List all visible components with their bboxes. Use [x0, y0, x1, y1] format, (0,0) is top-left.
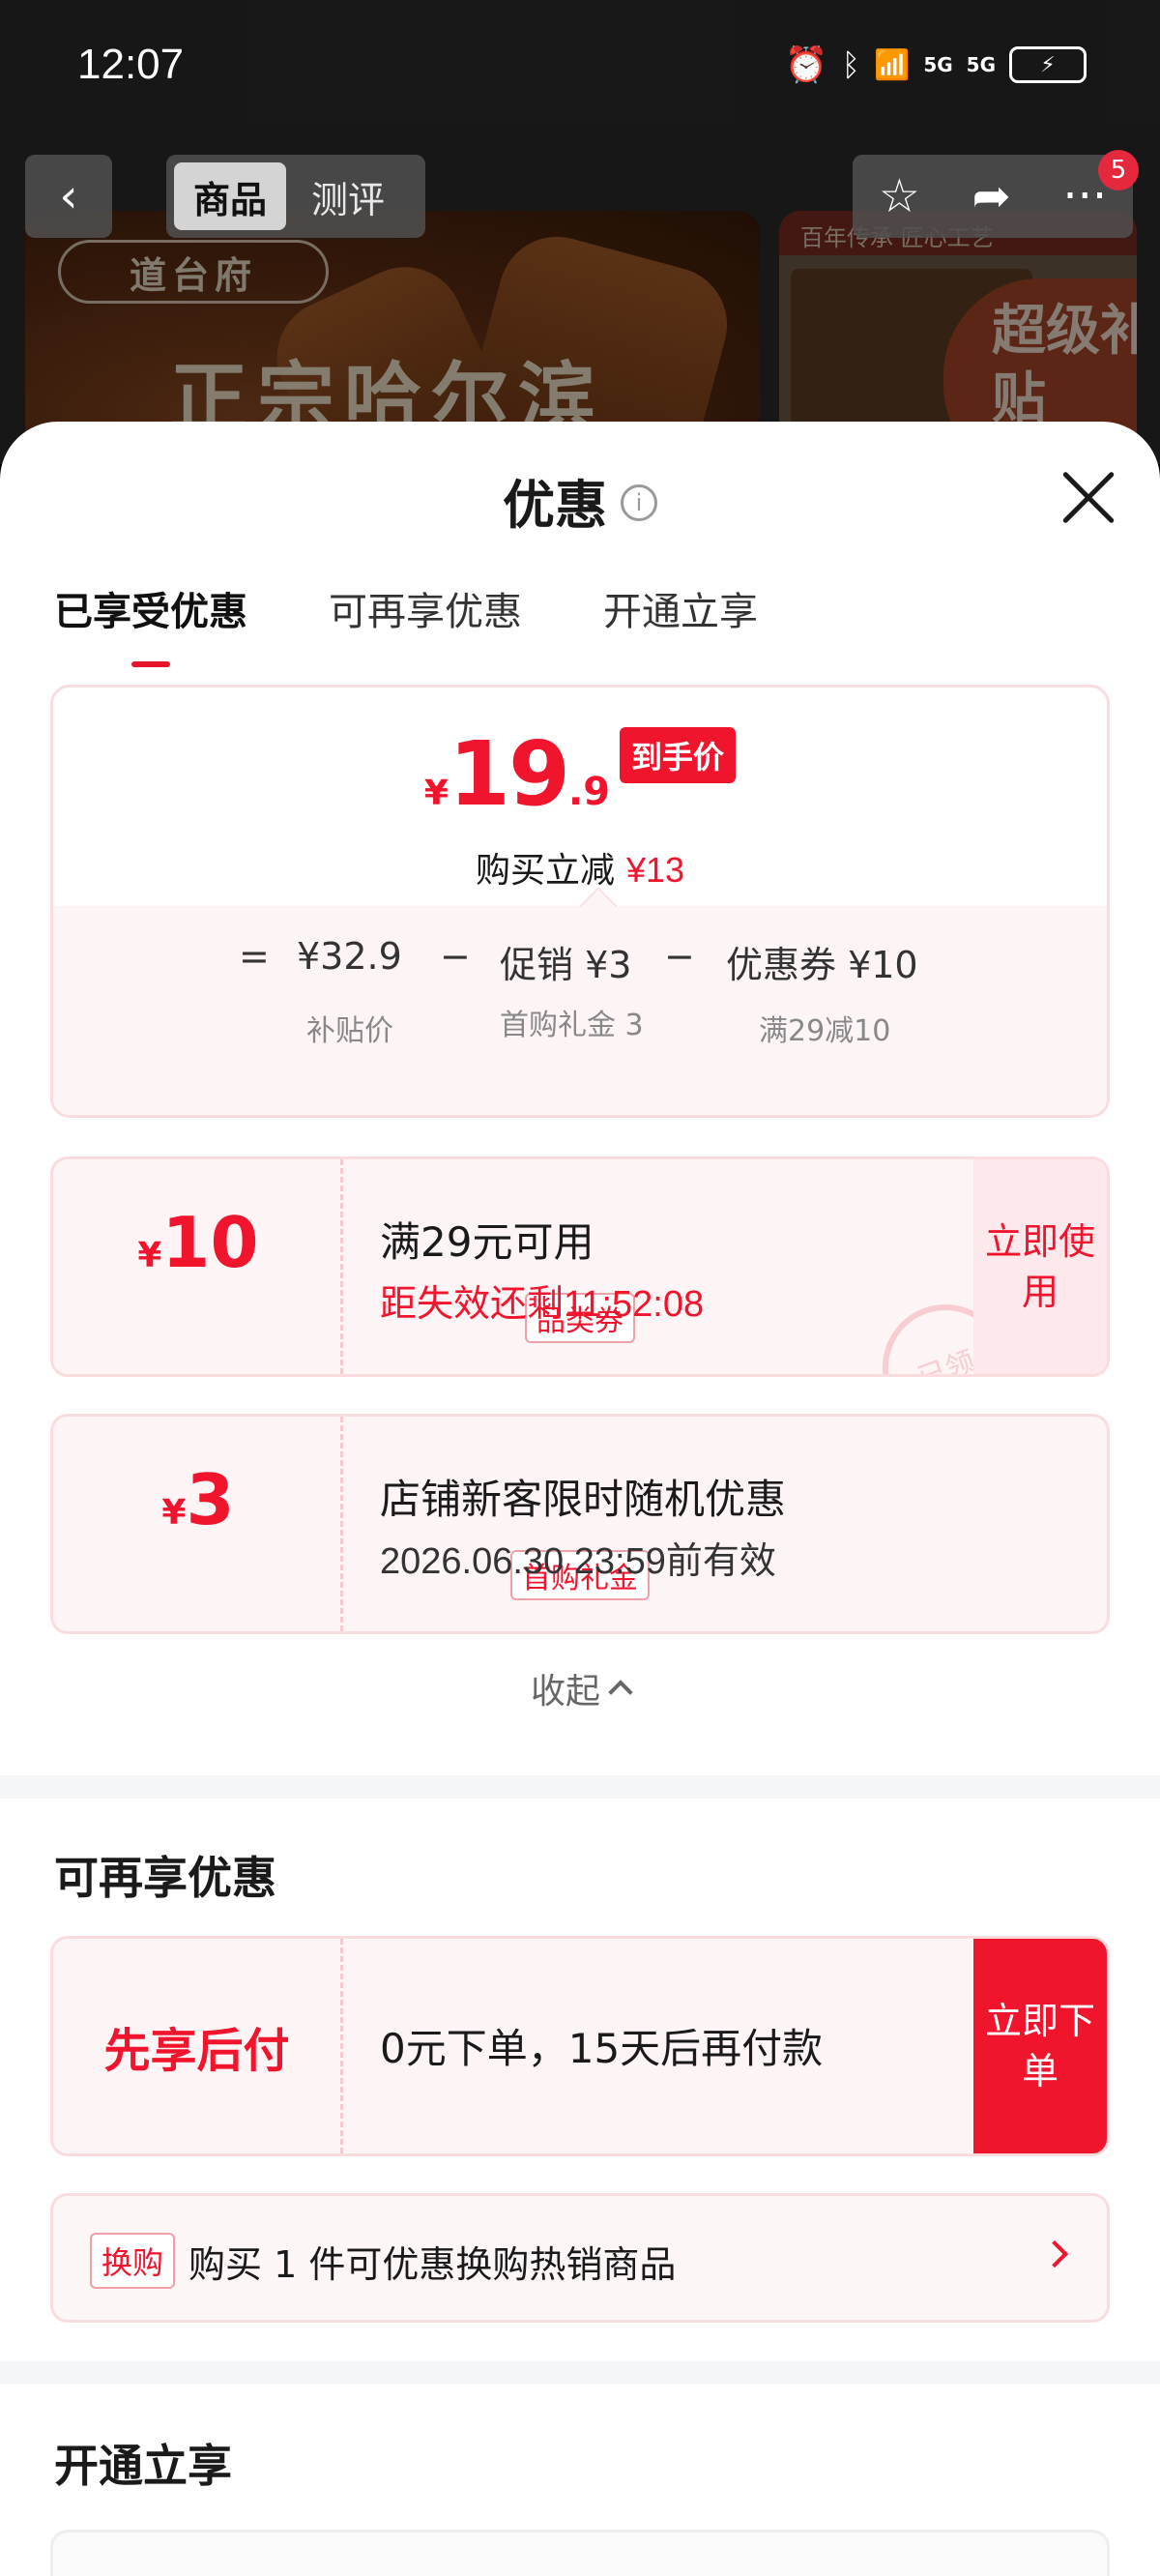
gift-currency: ¥ [161, 1493, 187, 1533]
price-breakdown: = ¥32.9 − 促销 ¥3 − 优惠券 ¥10 补贴价 首购礼金 3 满29… [53, 906, 1107, 1115]
sheet-title-row: 优惠 i [0, 462, 1160, 539]
promo-value: 促销 ¥3 [500, 944, 632, 986]
open-benefit-card[interactable] [50, 2530, 1110, 2576]
more-discounts-title: 可再享优惠 [54, 1852, 276, 1904]
coupon-value: 优惠券 ¥10 [726, 944, 918, 986]
price-decimal: .9 [568, 770, 611, 814]
price-summary-card: ¥19.9到手价 购买立减 ¥13 = ¥32.9 − 促销 ¥3 − 优惠券 ¥… [50, 685, 1110, 1118]
coupon-amount: ¥10 [53, 1202, 343, 1283]
gift-title: 店铺新客限时随机优惠 [380, 1476, 787, 1523]
notification-badge: 5 [1098, 150, 1139, 190]
equals-sign: = [239, 935, 270, 978]
category-coupon: ¥10 品类券 满29元可用 距失效还剩11:52:08 已领 立即使用 [50, 1156, 1110, 1377]
coupon-condition: 满29元可用 [380, 1218, 594, 1266]
sheet-title: 优惠 [503, 475, 607, 536]
price-integer: 19 [448, 722, 570, 826]
close-icon[interactable] [1059, 468, 1117, 526]
discount-sheet: 优惠 i 已享受优惠 可再享优惠 开通立享 ¥19.9到手价 购买立减 ¥13 = … [0, 422, 1160, 2576]
coupon-label: 满29减10 [759, 1014, 891, 1048]
product-tabs: 商品 测评 [166, 155, 425, 238]
discount-total: 购买立减 ¥13 [53, 842, 1107, 893]
final-price-tag: 到手价 [620, 727, 737, 783]
minus-sign: − [440, 935, 471, 978]
tab-product[interactable]: 商品 [174, 162, 287, 230]
pay-later-card: 先享后付 0元下单，15天后再付款 立即下单 [50, 1936, 1110, 2156]
pay-later-text: 0元下单，15天后再付款 [380, 2025, 824, 2072]
coupon-amount-value: 10 [161, 1202, 259, 1283]
status-time: 12:07 [77, 41, 185, 88]
wifi-icon: 📶 [873, 47, 911, 82]
info-icon[interactable]: i [621, 484, 657, 522]
gift-amount-value: 3 [186, 1459, 235, 1540]
signal-icon-2: 5G [966, 53, 996, 76]
first-purchase-gift: ¥3 首购礼金 店铺新客限时随机优惠 2026.06.30 23:59前有效 [50, 1414, 1110, 1634]
star-icon[interactable]: ☆ [879, 169, 920, 223]
chevron-left-icon: ‹ [59, 169, 78, 223]
share-icon[interactable]: ➦ [972, 169, 1011, 223]
chevron-up-icon [608, 1680, 633, 1705]
gift-amount: ¥3 [53, 1459, 343, 1540]
discount-tabs: 已享受优惠 可再享优惠 开通立享 [54, 580, 758, 636]
order-now-button[interactable]: 立即下单 [973, 1939, 1107, 2153]
use-now-button[interactable]: 立即使用 [973, 1159, 1107, 1374]
collapse-label: 收起 [530, 1672, 600, 1712]
promo-label: 首购礼金 3 [500, 1009, 644, 1042]
section-divider [0, 1775, 1160, 1799]
subsidy-label: 补贴价 [306, 1014, 393, 1048]
top-actions: ☆ ➦ ··· [853, 155, 1133, 238]
alarm-icon: ⏰ [784, 45, 828, 85]
tab-open[interactable]: 开通立享 [603, 580, 758, 636]
discount-total-label: 购买立减 [475, 851, 615, 891]
open-benefits-title: 开通立享 [54, 2440, 232, 2492]
status-bar: 12:07 ⏰ ᛒ 📶 5G 5G ⚡ [0, 0, 1160, 145]
bluetooth-icon: ᛒ [841, 46, 860, 83]
signal-icon: 5G [923, 53, 953, 76]
final-price: ¥19.9到手价 [53, 722, 1107, 826]
chevron-right-icon [1040, 2239, 1069, 2269]
coupon-countdown: 距失效还剩11:52:08 [380, 1284, 705, 1325]
gift-expiry: 2026.06.30 23:59前有效 [380, 1541, 776, 1582]
subsidy-price: ¥32.9 [297, 935, 402, 978]
swap-text: 购买 1 件可优惠换购热销商品 [188, 2243, 677, 2286]
battery-icon: ⚡ [1009, 46, 1087, 83]
collapse-button[interactable]: 收起 [0, 1663, 1160, 1713]
tab-more[interactable]: 可再享优惠 [329, 580, 522, 636]
pay-later-label: 先享后付 [53, 1939, 343, 2153]
minus-sign-2: − [664, 935, 695, 978]
coupon-currency: ¥ [137, 1236, 162, 1275]
tab-review[interactable]: 测评 [292, 162, 404, 230]
swap-offer-row[interactable]: 换购 购买 1 件可优惠换购热销商品 [50, 2193, 1110, 2323]
back-button[interactable]: ‹ [25, 155, 112, 238]
discount-total-amount: ¥13 [625, 850, 685, 890]
swap-tag: 换购 [90, 2233, 176, 2289]
tab-enjoyed[interactable]: 已享受优惠 [54, 580, 247, 636]
currency-symbol: ¥ [423, 774, 449, 813]
section-divider-2 [0, 2361, 1160, 2385]
